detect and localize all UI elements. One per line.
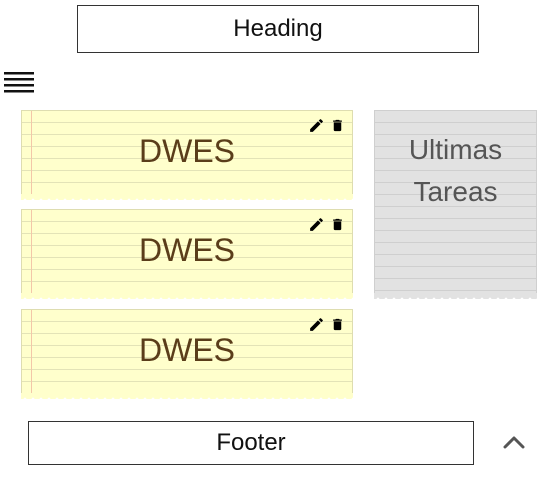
recent-tasks-title: Ultimas Tareas <box>408 134 503 207</box>
note-actions <box>308 116 346 135</box>
pencil-icon[interactable] <box>308 315 325 334</box>
note-card[interactable]: DWES <box>21 209 353 299</box>
pencil-icon[interactable] <box>308 215 325 234</box>
page-heading: Heading <box>77 5 479 53</box>
note-actions <box>308 215 346 234</box>
note-card[interactable]: DWES <box>21 309 353 399</box>
trash-icon[interactable] <box>329 116 346 135</box>
page-footer: Footer <box>28 421 474 465</box>
note-card[interactable]: DWES <box>21 110 353 200</box>
trash-icon[interactable] <box>329 215 346 234</box>
note-title: DWES <box>139 332 235 368</box>
recent-tasks-panel: Ultimas Tareas <box>374 110 537 299</box>
note-actions <box>308 315 346 334</box>
pencil-icon[interactable] <box>308 116 325 135</box>
chevron-up-icon[interactable] <box>502 432 526 452</box>
note-title: DWES <box>139 232 235 268</box>
note-title: DWES <box>139 133 235 169</box>
page: Heading DWES DWES DWES Ultimas Tareas Fo… <box>0 0 554 481</box>
hamburger-menu-icon[interactable] <box>4 70 34 96</box>
trash-icon[interactable] <box>329 315 346 334</box>
